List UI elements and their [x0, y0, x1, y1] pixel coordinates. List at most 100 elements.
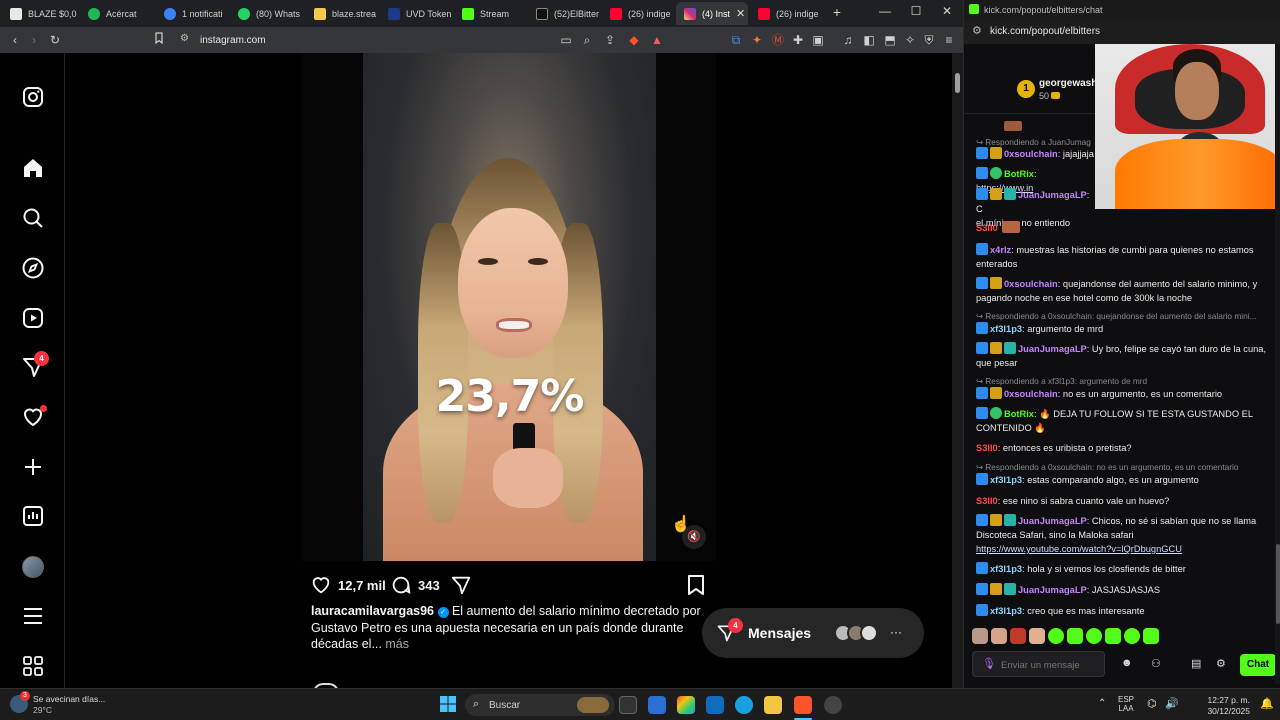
tab-uvd[interactable]: UVD Token: [380, 2, 454, 25]
zoom-icon[interactable]: ⌕: [579, 32, 595, 48]
address-bar[interactable]: ⚙ instagram.com: [172, 30, 672, 50]
taskbar-search[interactable]: ⌕ Buscar: [465, 694, 615, 716]
chat-username[interactable]: BotRix: [1004, 169, 1034, 179]
messages-more-icon[interactable]: ···: [890, 625, 902, 639]
tab-youtube-2[interactable]: (26) indige: [750, 2, 824, 25]
chat-link[interactable]: https://www.youtube.com/watch?v=lQrDbugn…: [976, 544, 1182, 554]
chat-username[interactable]: x4rlz: [990, 245, 1011, 255]
brave-shield-icon[interactable]: ◆: [626, 32, 642, 48]
chat-message-field[interactable]: 🎙: [972, 651, 1105, 677]
scrollbar-thumb[interactable]: [955, 73, 960, 93]
chat-username[interactable]: JuanJumagaLP: [1018, 585, 1087, 595]
messages-floating-button[interactable]: 4 Mensajes ···: [702, 608, 924, 658]
notification-center-icon[interactable]: 🔔: [1260, 697, 1274, 710]
vpn-icon[interactable]: ⬒: [882, 32, 898, 48]
brave-rewards-icon[interactable]: ▲: [649, 32, 665, 48]
network-icon[interactable]: ⌬: [1147, 697, 1157, 710]
tab-spotify[interactable]: Acércat: [80, 2, 154, 25]
chat-username[interactable]: S3lI0: [976, 443, 998, 453]
tab-elbitter[interactable]: (52)ElBitter: [528, 2, 602, 25]
taskbar-app-brave-icon[interactable]: [794, 696, 812, 714]
forward-icon[interactable]: ›: [26, 32, 42, 48]
reload-icon[interactable]: ↻: [47, 32, 63, 48]
chat-username[interactable]: BotRix: [1004, 409, 1034, 419]
tab-whatsapp[interactable]: (80) Whats: [230, 2, 306, 25]
tab-instagram-active[interactable]: (4) Inst ✕: [676, 2, 748, 25]
translate-icon[interactable]: ⧉: [728, 32, 744, 48]
shield-icon[interactable]: ⛨: [921, 32, 937, 48]
media-icon[interactable]: ♫: [840, 32, 856, 48]
taskbar-app-copilot-icon[interactable]: [677, 696, 695, 714]
chat-username[interactable]: xf3l1p3: [990, 564, 1022, 574]
reels-icon[interactable]: [21, 306, 45, 330]
language-indicator[interactable]: ESP LAA: [1118, 695, 1134, 713]
emoji-icon[interactable]: ☻: [1121, 657, 1133, 669]
emote-2[interactable]: [991, 628, 1007, 644]
page-scrollbar[interactable]: [952, 53, 963, 688]
home-icon[interactable]: [21, 156, 45, 180]
close-tab-icon[interactable]: ✕: [736, 7, 745, 20]
chat-username[interactable]: 0xsoulchain: [1004, 149, 1058, 159]
cast-icon[interactable]: ▭: [558, 32, 574, 48]
bookmark-icon[interactable]: [151, 32, 167, 48]
more-menu-icon[interactable]: [21, 604, 45, 628]
volume-icon[interactable]: 🔊: [1165, 697, 1179, 710]
chat-username[interactable]: 0xsoulchain: [1004, 389, 1058, 399]
caption-more-link[interactable]: más: [382, 637, 409, 651]
chat-username[interactable]: xf3l1p3: [990, 324, 1022, 334]
emote-3[interactable]: [1010, 628, 1026, 644]
reel-video-player[interactable]: 23,7% 🔇: [301, 53, 716, 561]
emote-1[interactable]: [972, 628, 988, 644]
tray-overflow-icon[interactable]: ⌃: [1098, 698, 1106, 709]
clock-time[interactable]: 12:27 p. m.: [1188, 695, 1250, 705]
emote-6[interactable]: [1067, 628, 1083, 644]
new-tab-button[interactable]: +: [822, 4, 852, 20]
emote-5[interactable]: [1048, 628, 1064, 644]
chat-username[interactable]: 0xsoulchain: [1004, 279, 1058, 289]
emote-8[interactable]: [1105, 628, 1121, 644]
tab-blaze-stream[interactable]: blaze.strea: [306, 2, 380, 25]
dashboard-icon[interactable]: [21, 504, 45, 528]
chat-send-button[interactable]: Chat: [1240, 654, 1276, 676]
extensions-puzzle-icon[interactable]: ✚: [790, 32, 806, 48]
chat-username[interactable]: JuanJumagaLP: [1018, 190, 1087, 200]
share-button[interactable]: [450, 574, 472, 596]
clock-date[interactable]: 30/12/2025: [1188, 706, 1250, 716]
extension-fox-icon[interactable]: ✦: [749, 32, 765, 48]
weather-title[interactable]: Se avecinan días...: [33, 694, 105, 704]
also-from-meta-icon[interactable]: [21, 654, 45, 678]
chat-username[interactable]: xf3l1p3: [990, 606, 1022, 616]
taskbar-app-store-icon[interactable]: [706, 696, 724, 714]
site-info-icon[interactable]: ⚙: [180, 33, 189, 44]
emote-10[interactable]: [1143, 628, 1159, 644]
minimize-button[interactable]: —: [870, 4, 900, 18]
profile-avatar[interactable]: [22, 556, 44, 578]
maximize-button[interactable]: ☐: [901, 4, 931, 18]
tab-stream[interactable]: Stream: [454, 2, 528, 25]
chat-scrollbar[interactable]: [1275, 44, 1280, 684]
comment-button[interactable]: 343: [390, 574, 440, 596]
instagram-logo-icon[interactable]: [21, 85, 45, 109]
microphone-icon[interactable]: 🎙: [982, 657, 996, 670]
emote-7[interactable]: [1086, 628, 1102, 644]
sidebar-icon[interactable]: ◧: [861, 32, 877, 48]
chat-username[interactable]: xf3l1p3: [990, 475, 1022, 485]
emote-4[interactable]: [1029, 628, 1045, 644]
caption-username[interactable]: lauracamilavargas96: [311, 604, 434, 618]
chat-site-info-icon[interactable]: ⚙: [972, 24, 982, 37]
chat-username[interactable]: S3lI0: [976, 496, 998, 506]
explore-icon[interactable]: [21, 256, 45, 280]
taskbar-app-obs-icon[interactable]: [824, 696, 842, 714]
emote-9[interactable]: [1124, 628, 1140, 644]
taskbar-app-snip-icon[interactable]: [648, 696, 666, 714]
chat-username[interactable]: JuanJumagaLP: [1018, 516, 1087, 526]
chat-scrollbar-thumb[interactable]: [1276, 544, 1280, 624]
menu-icon[interactable]: ≡: [941, 32, 957, 48]
wallet-icon[interactable]: ▣: [810, 32, 826, 48]
tab-youtube-1[interactable]: (26) indige: [602, 2, 676, 25]
task-view-icon[interactable]: [619, 696, 637, 714]
share-icon[interactable]: ⇪: [602, 32, 618, 48]
tab-blaze[interactable]: BLAZE $0,0: [2, 2, 78, 25]
like-button[interactable]: 12,7 mil: [310, 574, 386, 596]
chat-username[interactable]: S3lI0: [976, 223, 998, 233]
